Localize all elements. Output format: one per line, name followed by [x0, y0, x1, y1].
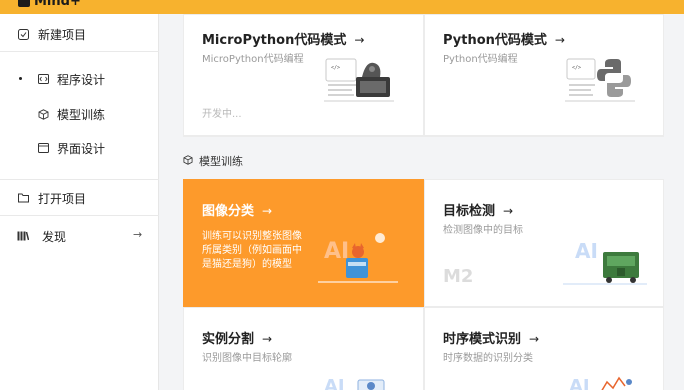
sidebar-item-discover[interactable]: 发现 →	[0, 228, 159, 244]
window-icon	[37, 142, 49, 154]
logo-icon	[18, 0, 30, 7]
card-description: 识别图像中目标轮廓	[202, 353, 292, 364]
card-description-line: 是猫还是狗）的模型	[202, 259, 292, 270]
arrow-right-icon: →	[262, 332, 273, 346]
sidebar-item-label: 发现	[42, 230, 67, 244]
section-label: 模型训练	[199, 155, 243, 168]
card-image-classification[interactable]: 图像分类 → 训练可以识别整张图像 所属类别（例如画面中 是猫还是狗）的模型 AI	[183, 179, 424, 307]
svg-text:AI: AI	[324, 239, 349, 264]
card-description: 检测图像中的目标	[443, 225, 523, 236]
micropython-illustration-icon: </>	[324, 58, 394, 102]
svg-text:AI: AI	[324, 376, 345, 390]
active-dot	[19, 77, 22, 80]
arrow-right-icon: →	[133, 228, 143, 241]
card-instance-segmentation[interactable]: 实例分割 → 识别图像中目标轮廓 AI	[183, 307, 424, 390]
card-title: MicroPython代码模式 →	[202, 33, 365, 48]
card-title: Python代码模式 →	[443, 33, 565, 48]
sidebar: 新建项目 程序设计 模型训练 界面设计 打开项目 发现 →	[0, 14, 159, 390]
svg-text:AI: AI	[575, 239, 598, 263]
cube-icon	[183, 154, 193, 168]
card-description: Python代码编程	[443, 54, 518, 65]
sidebar-item-model-training[interactable]: 模型训练	[0, 106, 159, 122]
card-title: 图像分类 →	[202, 204, 273, 219]
arrow-right-icon: →	[262, 204, 273, 218]
sidebar-item-label: 模型训练	[57, 108, 106, 122]
card-divider	[183, 136, 664, 137]
discover-icon	[17, 230, 29, 242]
image-classification-illustration-icon: AI	[318, 233, 398, 283]
python-logo-icon: </>	[565, 58, 635, 102]
section-title-model-training: 模型训练	[183, 153, 243, 169]
card-object-detection[interactable]: 目标检测 → 检测图像中的目标 M2 AI	[424, 179, 664, 307]
arrow-right-icon: →	[529, 332, 540, 346]
folder-icon	[17, 192, 29, 204]
sidebar-item-open-project[interactable]: 打开项目	[0, 190, 159, 206]
svg-text:AI: AI	[569, 376, 590, 390]
main-content: MicroPython代码模式 → MicroPython代码编程 开发中... …	[159, 14, 684, 390]
sidebar-item-ui-design[interactable]: 界面设计	[0, 140, 159, 156]
sidebar-divider	[0, 51, 159, 52]
app-logo: Mind+	[18, 0, 81, 9]
time-series-illustration-icon: AI	[569, 376, 632, 390]
sidebar-item-label: 打开项目	[38, 192, 87, 206]
code-design-icon	[37, 73, 49, 85]
sidebar-divider	[0, 179, 159, 180]
card-title: 目标检测 →	[443, 204, 514, 219]
card-title: 时序模式识别 →	[443, 332, 540, 347]
arrow-right-icon: →	[354, 33, 365, 47]
card-description-line: 所属类别（例如画面中	[202, 245, 302, 256]
new-project-icon	[17, 28, 29, 40]
sidebar-item-label: 界面设计	[57, 142, 106, 156]
instance-segmentation-illustration-icon: AI	[324, 376, 385, 390]
sidebar-item-code-design[interactable]: 程序设计	[0, 71, 159, 87]
arrow-right-icon: →	[503, 204, 514, 218]
object-detection-illustration-icon: AI	[563, 239, 647, 285]
card-description: 时序数据的识别分类	[443, 353, 533, 364]
svg-text:</>: </>	[572, 65, 581, 71]
logo-text: Mind+	[34, 0, 81, 9]
cube-icon	[37, 108, 49, 120]
svg-text:</>: </>	[331, 65, 340, 71]
app-top-bar: Mind+	[0, 0, 684, 14]
sidebar-item-new-project[interactable]: 新建项目	[0, 26, 159, 42]
card-time-series-recognition[interactable]: 时序模式识别 → 时序数据的识别分类 AI	[424, 307, 664, 390]
card-description-line: 训练可以识别整张图像	[202, 231, 302, 242]
sidebar-divider	[0, 215, 159, 216]
status-text: 开发中...	[202, 109, 242, 120]
m2-badge: M2	[443, 266, 474, 287]
arrow-right-icon: →	[554, 33, 565, 47]
card-title: 实例分割 →	[202, 332, 273, 347]
card-micropython-mode[interactable]: MicroPython代码模式 → MicroPython代码编程 开发中... …	[183, 14, 424, 136]
sidebar-item-label: 新建项目	[38, 28, 87, 42]
card-python-mode[interactable]: Python代码模式 → Python代码编程 </>	[424, 14, 664, 136]
sidebar-item-label: 程序设计	[57, 73, 106, 87]
card-description: MicroPython代码编程	[202, 54, 304, 65]
